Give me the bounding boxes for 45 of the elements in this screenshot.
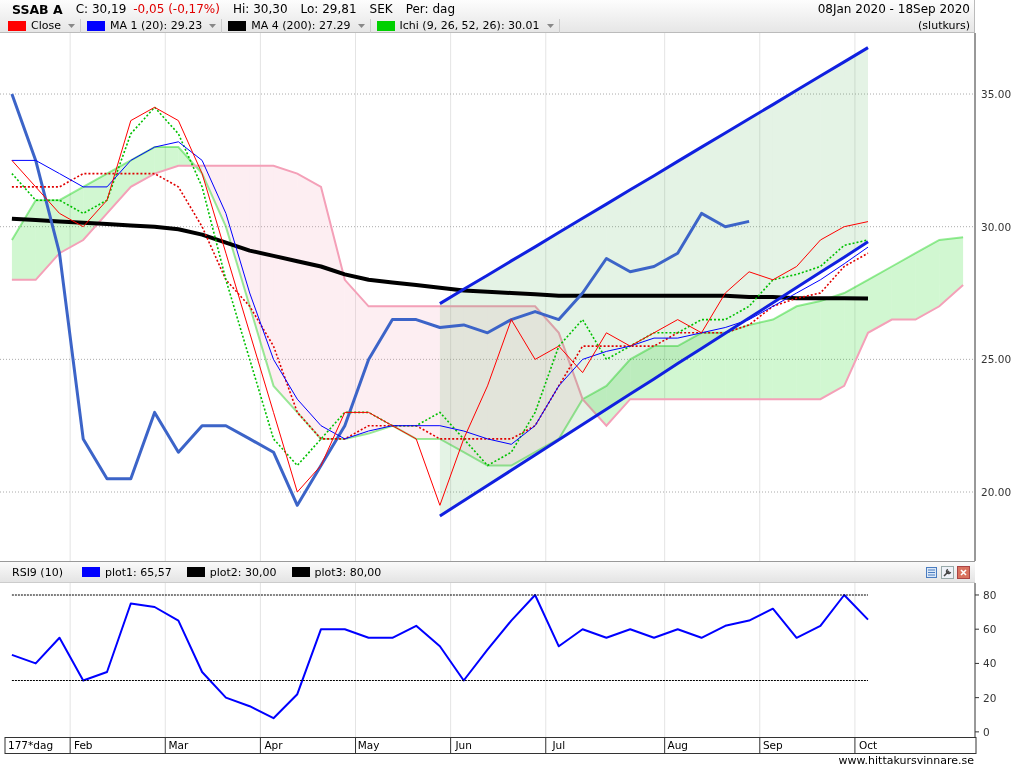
close-value: C: 30,19 [75,2,127,16]
line-series [10,164,965,427]
axis-label: 40 [983,657,997,670]
change-value: -0,05 (-0,17%) [133,2,220,16]
site-url: www.hittakursvinnare.se [838,754,974,768]
month-label: Aug [667,739,688,751]
high-value: Hi: 30,30 [232,2,288,16]
period-count: 177*dag [8,739,54,751]
legend-label: plot2: 30,00 [209,565,277,579]
date-range: 08Jan 2020 - 18Sep 2020 [817,2,970,16]
price-type: (slutkurs) [918,19,970,32]
axis-label: 60 [983,623,997,636]
legend-item[interactable]: Ichi (9, 26, 52, 26): 30.01 [372,18,560,33]
caret-icon [208,21,218,30]
legend-item[interactable]: MA 1 (20): 29.23 [82,18,223,33]
axis-label: 35.00 [981,88,1012,101]
period-label: Per: dag [405,2,455,16]
axis-label: 20.00 [981,486,1012,498]
caret-icon [545,21,555,30]
caret-icon [356,21,366,30]
month-label: Sep [762,739,783,751]
legend-item[interactable]: MA 4 (200): 27.29 [224,18,371,33]
month-label: Jun [455,739,472,751]
close-icon[interactable] [957,565,970,579]
month-label: Jul [552,739,566,751]
legend-label: plot1: 65,57 [104,565,172,579]
indicator-title: RSI9 (10) [12,565,63,579]
month-label: Oct [858,739,878,751]
axis-label: 20 [983,691,997,704]
axis-label: 25.00 [981,353,1012,366]
legend-item[interactable]: Close [4,18,81,33]
axis-label: 30.00 [981,220,1012,233]
low-value: Lo: 29,81 [300,2,357,16]
document-icon[interactable] [925,565,938,579]
month-label: Mar [168,739,189,751]
caret-icon [66,21,76,30]
month-label: May [357,739,380,751]
legend-label: plot3: 80,00 [314,565,382,579]
axis-label: 0 [983,725,990,738]
month-label: Feb [73,739,93,751]
axis-label: 80 [983,589,997,601]
symbol-title: SSAB A [12,1,63,17]
wrench-icon[interactable] [941,565,954,579]
month-label: Apr [264,739,283,751]
currency-label: SEK [369,2,393,16]
